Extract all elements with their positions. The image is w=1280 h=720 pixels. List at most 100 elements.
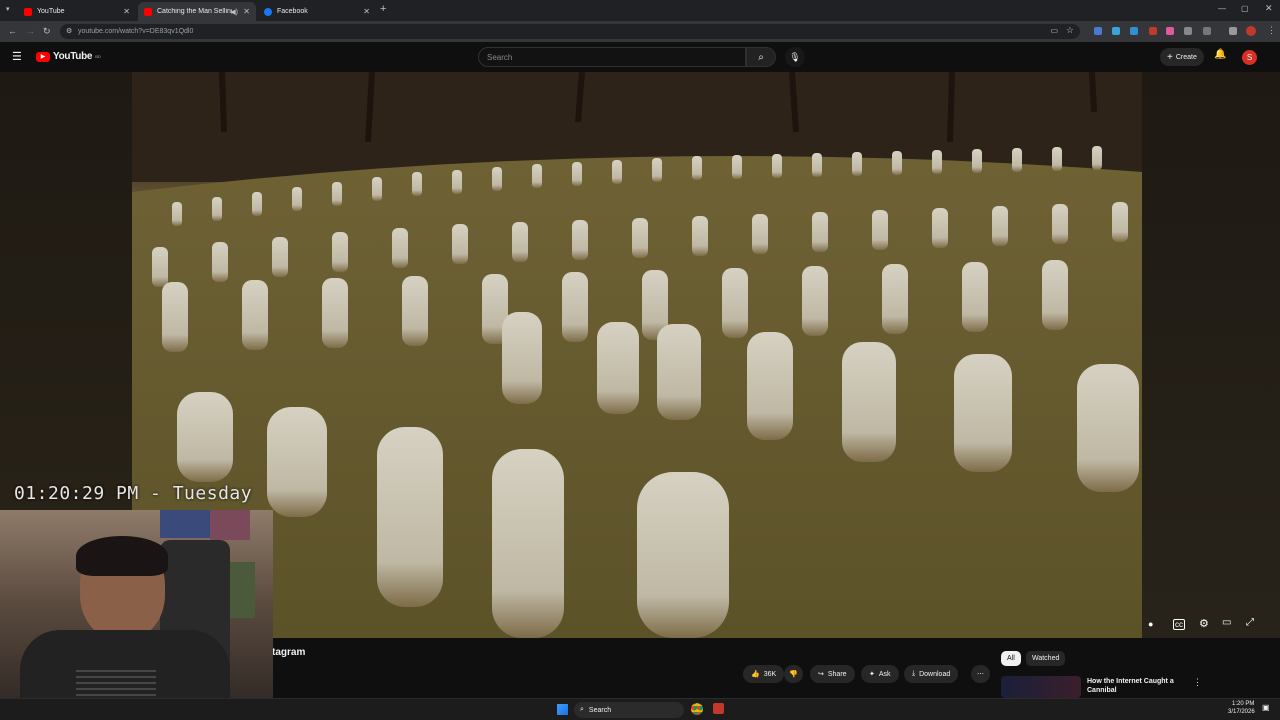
youtube-favicon-icon <box>24 7 32 16</box>
youtube-header: ☰ ▶ YouTube BD Search ⌕ 🎙 + Create 🔔 S <box>0 42 1280 72</box>
webcam-overlay <box>0 510 273 720</box>
avatar-letter: S <box>1246 53 1253 62</box>
like-button[interactable]: 👍 36K <box>743 665 785 683</box>
create-button[interactable]: + Create <box>1160 48 1204 66</box>
plus-icon: + <box>1167 51 1173 63</box>
download-icon: ⤓ <box>912 670 916 677</box>
tab-search-icon[interactable]: ▾ <box>6 5 10 13</box>
country-badge: BD <box>95 54 101 59</box>
back-icon[interactable]: ← <box>8 26 17 36</box>
site-info-icon[interactable]: ⚙ <box>66 27 72 35</box>
share-label: Share <box>827 670 847 678</box>
microphone-icon: 🎙 <box>789 51 801 62</box>
taskbar-time: 1:20 PM <box>1232 701 1255 707</box>
wall-poster <box>210 510 250 540</box>
tab-active-video[interactable]: Catching the Man Selling D ◀) ✕ <box>138 2 256 21</box>
notification-icon[interactable]: ▣ <box>1262 703 1270 712</box>
taskbar-search-label: Search <box>588 706 612 714</box>
browser-toolbar: ← → ↻ ⚙ youtube.com/watch?v=DE83qv1Qdl0 … <box>0 21 1280 42</box>
chip-watched[interactable]: Watched <box>1026 651 1066 666</box>
extension-icon[interactable] <box>1130 27 1138 35</box>
facebook-favicon-icon <box>264 7 272 16</box>
cemetery-scene-image <box>132 72 1142 638</box>
extension-icon[interactable] <box>1112 27 1120 35</box>
hamburger-menu-icon[interactable]: ☰ <box>12 50 22 63</box>
ask-label: Ask <box>878 670 891 678</box>
clock-overlay: 01:20:29 PM - Tuesday <box>14 483 253 504</box>
windows-taskbar: ⌕ Search 1:20 PM 3/17/2026 ▣ <box>0 698 1280 720</box>
subtitles-cc-icon[interactable]: cc <box>1173 619 1185 630</box>
download-label: Download <box>919 670 951 678</box>
dislike-button[interactable]: 👎 <box>784 665 803 683</box>
address-bar[interactable]: ⚙ youtube.com/watch?v=DE83qv1Qdl0 ▭ ☆ <box>60 24 1080 39</box>
person-hair <box>76 536 168 576</box>
video-title-fragment: tagram <box>272 647 306 658</box>
extension-icon[interactable] <box>1094 27 1102 35</box>
chrome-icon[interactable] <box>691 703 703 715</box>
restore-icon[interactable]: ▢ <box>1241 4 1249 13</box>
browser-menu-icon[interactable]: ⋮ <box>1267 25 1276 36</box>
next-video-thumbnail[interactable] <box>1001 676 1081 698</box>
like-count: 36K <box>763 670 777 678</box>
more-horizontal-icon: ⋯ <box>977 671 984 678</box>
extension-icon[interactable] <box>1184 27 1192 35</box>
autoplay-toggle-icon[interactable]: ● <box>1148 619 1153 629</box>
search-placeholder: Search <box>487 52 513 62</box>
create-label: Create <box>1175 53 1197 61</box>
notifications-bell-icon[interactable]: 🔔 <box>1214 49 1226 60</box>
forward-icon[interactable]: → <box>26 26 35 36</box>
tab-facebook[interactable]: Facebook ✕ <box>258 2 376 21</box>
new-tab-button[interactable]: + <box>380 3 386 15</box>
close-icon[interactable]: ✕ <box>123 7 130 16</box>
reading-list-icon[interactable] <box>1229 27 1237 35</box>
player-right-ambient <box>1142 72 1280 638</box>
app-icon[interactable] <box>713 703 724 714</box>
extension-icon[interactable] <box>1166 27 1174 35</box>
share-button[interactable]: ↪ Share <box>810 665 855 683</box>
extensions-puzzle-icon[interactable] <box>1203 27 1211 35</box>
taskbar-date: 3/17/2026 <box>1228 709 1255 715</box>
tab-title: YouTube <box>37 8 65 15</box>
next-video-menu-icon[interactable]: ⋮ <box>1193 677 1202 688</box>
start-windows-icon[interactable] <box>557 704 568 715</box>
close-icon[interactable]: ✕ <box>243 7 250 16</box>
taskbar-search-input[interactable]: ⌕ Search <box>574 702 684 718</box>
tab-title: Facebook <box>277 8 308 15</box>
more-actions-button[interactable]: ⋯ <box>971 665 990 683</box>
tab-youtube[interactable]: YouTube ✕ <box>18 2 136 21</box>
close-icon[interactable]: ✕ <box>363 7 370 16</box>
voice-search-button[interactable]: 🎙 <box>785 47 805 67</box>
ask-button[interactable]: ✦ Ask <box>861 665 899 683</box>
audio-playing-icon[interactable]: ◀) <box>230 8 238 16</box>
bookmark-star-icon[interactable]: ☆ <box>1066 25 1074 36</box>
search-input[interactable]: Search <box>478 47 746 67</box>
window-close-icon[interactable]: ✕ <box>1265 3 1273 14</box>
install-icon[interactable]: ▭ <box>1050 26 1058 35</box>
fullscreen-icon[interactable]: ⤢ <box>1246 617 1254 628</box>
youtube-favicon-icon <box>144 7 152 16</box>
next-video-title[interactable]: How the Internet Caught a Cannibal <box>1087 677 1182 695</box>
search-icon: ⌕ <box>580 706 584 713</box>
tab-title: Catching the Man Selling D <box>157 8 232 15</box>
thumbs-down-icon: 👎 <box>789 671 798 678</box>
chip-all[interactable]: All <box>1001 651 1021 666</box>
share-icon: ↪ <box>818 671 824 678</box>
reload-icon[interactable]: ↻ <box>43 26 51 37</box>
extension-icon[interactable] <box>1149 27 1157 35</box>
search-button[interactable]: ⌕ <box>746 47 776 67</box>
minimize-icon[interactable]: — <box>1218 4 1226 13</box>
thumbs-up-icon: 👍 <box>751 671 760 678</box>
youtube-logo[interactable]: ▶ YouTube BD <box>36 51 101 62</box>
sparkle-icon: ✦ <box>869 671 875 678</box>
theater-mode-icon[interactable]: ▭ <box>1222 617 1231 628</box>
video-frame[interactable] <box>132 72 1142 638</box>
search-icon: ⌕ <box>758 51 764 63</box>
profile-avatar-icon[interactable] <box>1246 26 1256 36</box>
download-button[interactable]: ⤓ Download <box>904 665 959 683</box>
settings-gear-icon[interactable]: ⚙ <box>1199 617 1209 630</box>
shirt-print-text <box>76 670 156 696</box>
avatar[interactable]: S <box>1242 50 1257 65</box>
youtube-play-logo-icon: ▶ <box>36 51 50 62</box>
browser-tab-bar: ▾ YouTube ✕ Catching the Man Selling D ◀… <box>0 0 1280 21</box>
url-text: youtube.com/watch?v=DE83qv1Qdl0 <box>78 28 194 35</box>
